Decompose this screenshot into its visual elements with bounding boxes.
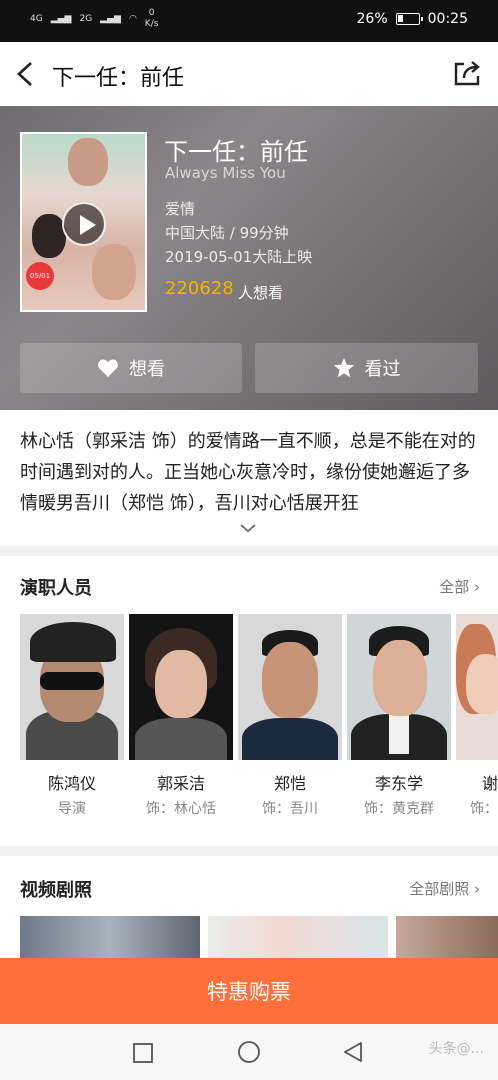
cast-role: 饰：吾川 bbox=[262, 801, 318, 817]
nav-bar: 下一任：前任 bbox=[0, 42, 498, 106]
section-divider bbox=[0, 846, 498, 856]
cast-name: 李东学 bbox=[374, 774, 423, 793]
cast-name: 郑恺 bbox=[273, 774, 306, 793]
signal-2g-label: 2G bbox=[79, 14, 93, 24]
signal-bars-icon: ▂▄▆ bbox=[50, 14, 72, 24]
video-thumbnail[interactable] bbox=[20, 916, 200, 960]
movie-header: 05/01 下一任：前任 Always Miss You 爱情 中国大陆 / 9… bbox=[0, 106, 498, 410]
poster-figure bbox=[32, 214, 66, 258]
signal-4g-label: 4G bbox=[30, 14, 43, 24]
still-thumbnail[interactable] bbox=[208, 916, 388, 960]
chevron-down-icon[interactable] bbox=[238, 522, 258, 534]
synopsis-text[interactable]: 林心恬（郭采洁 饰）的爱情路一直不顺，总是不能在对的时间遇到对的人。正当她心灰意… bbox=[20, 426, 478, 519]
cast-section-title: 演职人员 bbox=[20, 578, 92, 599]
cast-photo bbox=[456, 614, 498, 760]
star-icon bbox=[333, 358, 354, 378]
cast-card[interactable]: 陈鸿仪 导演 bbox=[20, 614, 124, 818]
cast-name: 谢 bbox=[482, 774, 498, 793]
share-icon[interactable] bbox=[452, 58, 482, 88]
signal-bars-icon-2: ▂▄▆ bbox=[100, 14, 121, 24]
cast-card[interactable]: 郑恺 饰：吾川 bbox=[238, 614, 342, 818]
want-count: 220628 bbox=[165, 278, 234, 299]
battery-icon bbox=[395, 13, 423, 25]
watermark: 头条@... bbox=[429, 1038, 484, 1058]
net-speed: 0 K/s bbox=[145, 8, 159, 30]
cast-card[interactable]: 谢 饰： bbox=[456, 614, 498, 818]
movie-poster[interactable]: 05/01 bbox=[20, 132, 147, 312]
status-bar: 4G ▂▄▆ 2G ▂▄▆ ◠ 0 K/s 26% 00:25 bbox=[0, 0, 498, 42]
photo-figure bbox=[135, 718, 227, 760]
section-divider bbox=[0, 546, 498, 556]
want-to-see-button[interactable]: 想看 bbox=[20, 343, 242, 393]
home-icon[interactable] bbox=[237, 1040, 261, 1064]
cast-role: 饰：黄克群 bbox=[364, 801, 434, 817]
sunglasses-shape bbox=[40, 672, 104, 690]
poster-figure bbox=[68, 138, 108, 186]
cast-role: 饰： bbox=[470, 801, 498, 817]
cast-photo bbox=[347, 614, 451, 760]
movie-genre: 爱情 bbox=[165, 200, 196, 218]
cast-name: 郭采洁 bbox=[156, 774, 205, 793]
recent-apps-icon[interactable] bbox=[132, 1042, 154, 1064]
video-section-title: 视频剧照 bbox=[20, 880, 92, 901]
buy-ticket-label: 特惠购票 bbox=[207, 980, 291, 1004]
cast-card[interactable]: 郭采洁 饰：林心恬 bbox=[129, 614, 233, 818]
buy-ticket-button[interactable]: 特惠购票 bbox=[0, 958, 498, 1024]
chevron-right-icon: › bbox=[474, 578, 480, 596]
battery-percent: 26% bbox=[356, 11, 388, 27]
cap-shape bbox=[30, 622, 116, 662]
seen-button[interactable]: 看过 bbox=[255, 343, 478, 393]
nav-title: 下一任：前任 bbox=[52, 66, 185, 91]
cast-photo bbox=[20, 614, 124, 760]
want-count-label: 人想看 bbox=[238, 284, 284, 302]
play-icon[interactable] bbox=[62, 202, 106, 246]
cast-role: 饰：林心恬 bbox=[146, 801, 216, 817]
movie-region-duration: 中国大陆 / 99分钟 bbox=[165, 224, 289, 242]
heart-icon bbox=[98, 359, 118, 377]
clock: 00:25 bbox=[427, 11, 468, 27]
poster-date-badge: 05/01 bbox=[26, 262, 54, 290]
cast-photo bbox=[129, 614, 233, 760]
photo-figure bbox=[373, 640, 427, 716]
cast-photo bbox=[238, 614, 342, 760]
movie-release-date: 2019-05-01大陆上映 bbox=[165, 248, 313, 266]
net-speed-value: 0 bbox=[148, 8, 155, 18]
want-button-label: 想看 bbox=[129, 359, 165, 380]
back-icon[interactable] bbox=[342, 1041, 364, 1063]
cast-name: 陈鸿仪 bbox=[47, 774, 96, 793]
seen-button-label: 看过 bbox=[364, 359, 401, 380]
watermark-text: 头条@... bbox=[428, 1041, 484, 1057]
cast-see-all-link[interactable]: 全部 › bbox=[439, 576, 480, 597]
cast-role: 导演 bbox=[58, 801, 86, 817]
photo-figure bbox=[262, 642, 318, 718]
shirt-shape bbox=[389, 714, 409, 754]
photo-figure bbox=[466, 654, 498, 714]
stills-see-all-label: 全部剧照 bbox=[409, 880, 470, 898]
movie-title: 下一任：前任 bbox=[164, 138, 308, 166]
cast-see-all-label: 全部 bbox=[439, 578, 470, 596]
poster-figure bbox=[92, 244, 136, 300]
back-arrow-icon[interactable] bbox=[14, 60, 36, 88]
net-speed-unit: K/s bbox=[144, 19, 159, 29]
chevron-right-icon: › bbox=[474, 880, 480, 898]
system-nav-bar: 头条@... bbox=[0, 1024, 498, 1080]
wifi-icon: ◠ bbox=[128, 14, 137, 24]
movie-english-title: Always Miss You bbox=[165, 164, 286, 182]
photo-figure bbox=[242, 718, 338, 760]
stills-see-all-link[interactable]: 全部剧照 › bbox=[409, 878, 480, 899]
photo-figure bbox=[155, 650, 207, 718]
still-thumbnail[interactable] bbox=[396, 916, 498, 960]
cast-card[interactable]: 李东学 饰：黄克群 bbox=[347, 614, 451, 818]
